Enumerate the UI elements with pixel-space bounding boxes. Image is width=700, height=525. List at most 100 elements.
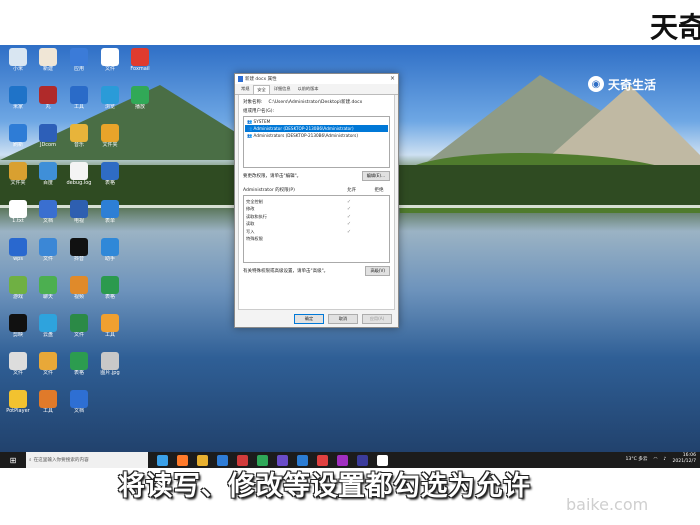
desktop-icon[interactable]: 表单 bbox=[96, 200, 124, 224]
app-icon bbox=[70, 162, 88, 180]
desktop-icon[interactable]: 抖音 bbox=[65, 238, 93, 262]
close-icon[interactable]: × bbox=[390, 75, 395, 82]
desktop-icon[interactable]: 工具 bbox=[34, 390, 62, 414]
desktop-icon[interactable]: 表格 bbox=[65, 352, 93, 376]
desktop-icon[interactable]: 文档 bbox=[65, 390, 93, 414]
desktop-icon-label: 文件 bbox=[42, 256, 53, 262]
desktop-icon-label: 抖音 bbox=[73, 256, 84, 262]
desktop-icon-label: 视频 bbox=[73, 294, 84, 300]
groups-label: 组或用户名(G): bbox=[243, 109, 275, 114]
permission-row: 特殊权限 bbox=[246, 236, 387, 244]
desktop-icon-label: 文件夹 bbox=[102, 142, 118, 148]
desktop-icon[interactable]: 视频 bbox=[65, 276, 93, 300]
clock[interactable]: 16:06 2021/12/7 bbox=[672, 453, 696, 465]
desktop-icon[interactable]: JDcom bbox=[34, 124, 62, 148]
desktop-icon-label: 文件 bbox=[12, 370, 23, 376]
wifi-icon[interactable]: ◠ bbox=[653, 457, 657, 462]
logo-text: 天奇生活 bbox=[608, 77, 657, 92]
app-icon bbox=[39, 390, 57, 408]
desktop-icon[interactable]: 表格 bbox=[96, 276, 124, 300]
desktop-icon[interactable]: 游戏 bbox=[4, 276, 32, 300]
desktop-icon[interactable]: 文件 bbox=[96, 48, 124, 72]
desktop-icon[interactable]: wps bbox=[4, 238, 32, 262]
desktop-icon[interactable]: 文件夹 bbox=[4, 162, 32, 186]
app-icon bbox=[101, 124, 119, 142]
permission-name: 完全控制 bbox=[246, 198, 263, 204]
advanced-button[interactable]: 高级(V) bbox=[365, 266, 390, 276]
desktop-icon[interactable]: 文件 bbox=[34, 352, 62, 376]
desktop-icon-label: Foxmail bbox=[130, 66, 150, 72]
desktop-icon-label: 工具 bbox=[104, 332, 115, 338]
desktop-icon[interactable]: 文件 bbox=[65, 314, 93, 338]
group-list-item[interactable]: 👥 Administrators (DESKTOP-2130B6\Adminis… bbox=[245, 132, 388, 139]
top-band: 天奇 bbox=[0, 0, 700, 45]
app-icon bbox=[39, 238, 57, 256]
desktop-icon-label: 电视 bbox=[73, 218, 84, 224]
app-icon bbox=[39, 124, 57, 142]
apply-button[interactable]: 应用(A) bbox=[362, 314, 392, 324]
video-subtitle: 将读写、修改等设置都勾选为允许 bbox=[118, 471, 531, 502]
desktop-icon[interactable]: 电视 bbox=[65, 200, 93, 224]
desktop-icon-label: PotPlayer bbox=[6, 408, 30, 414]
desktop-icon[interactable]: 文件 bbox=[34, 238, 62, 262]
watermark: baike.com bbox=[566, 495, 649, 514]
desktop-icon[interactable]: 工具 bbox=[96, 314, 124, 338]
clock-date: 2021/12/7 bbox=[672, 459, 696, 464]
desktop-icon[interactable]: 文档 bbox=[34, 200, 62, 224]
desktop-icon[interactable]: 丸 bbox=[34, 86, 62, 110]
desktop-icon[interactable]: 聊天 bbox=[34, 276, 62, 300]
desktop-icon[interactable]: 云盘 bbox=[34, 314, 62, 338]
deny-header: 拒绝 bbox=[374, 188, 384, 193]
app-icon bbox=[131, 48, 149, 66]
volume-icon[interactable]: ♪ bbox=[664, 457, 667, 462]
desktop-icon-label: 新建 bbox=[42, 66, 53, 72]
desktop-icon[interactable]: 文件夹 bbox=[96, 124, 124, 148]
desktop-icon[interactable]: 文件 bbox=[4, 352, 32, 376]
group-list-item[interactable]: 👥 Administrator (DESKTOP-2130B6\Administ… bbox=[245, 125, 388, 132]
groups-listbox[interactable]: 👥 SYSTEM 👥 Administrator (DESKTOP-2130B6\… bbox=[243, 116, 390, 168]
cancel-button[interactable]: 取消 bbox=[328, 314, 358, 324]
tab-0[interactable]: 常规 bbox=[238, 85, 252, 94]
desktop-icon[interactable]: 音乐 bbox=[65, 124, 93, 148]
dialog-tabs: 常规 安全 详细信息 以前的版本 bbox=[235, 84, 398, 95]
desktop-icon[interactable]: 1.txt bbox=[4, 200, 32, 224]
desktop-icon[interactable]: PotPlayer bbox=[4, 390, 32, 414]
desktop-icon[interactable]: debug.log bbox=[65, 162, 93, 186]
desktop-icon[interactable]: 刷新 bbox=[4, 124, 32, 148]
desktop-icon[interactable]: 助手 bbox=[96, 238, 124, 262]
weather[interactable]: 13°C 多云 bbox=[625, 456, 647, 462]
desktop-icon-label: 云盘 bbox=[42, 332, 53, 338]
desktop-icon[interactable]: 工具 bbox=[65, 86, 93, 110]
edit-button[interactable]: 编辑(E)... bbox=[361, 171, 390, 181]
desktop-icon[interactable]: 播放 bbox=[126, 86, 154, 110]
desktop-icon-label: 丸 bbox=[45, 104, 51, 110]
desktop-icon[interactable]: 剪映 bbox=[4, 314, 32, 338]
allow-check-icon: ✓ bbox=[346, 221, 352, 228]
dialog-title: 新建 docx 属性 bbox=[245, 77, 277, 82]
desktop-icon[interactable]: 表格 bbox=[96, 162, 124, 186]
desktop-icon[interactable]: 米家 bbox=[4, 86, 32, 110]
app-icon bbox=[9, 390, 27, 408]
app-icon bbox=[39, 162, 57, 180]
dialog-titlebar[interactable]: 新建 docx 属性 × bbox=[235, 74, 398, 84]
tab-1[interactable]: 安全 bbox=[253, 85, 270, 94]
desktop-icon[interactable]: Foxmail bbox=[126, 48, 154, 72]
ok-button[interactable]: 确定 bbox=[294, 314, 324, 324]
app-icon bbox=[39, 314, 57, 332]
desktop-icon-label: wps bbox=[13, 256, 23, 262]
desktop-icon[interactable]: 浏览 bbox=[96, 86, 124, 110]
group-list-item[interactable]: 👥 SYSTEM bbox=[245, 118, 388, 125]
permission-name: 写入 bbox=[246, 228, 255, 234]
desktop-icon[interactable]: 应用 bbox=[65, 48, 93, 72]
desktop-icon[interactable]: 小米 bbox=[4, 48, 32, 72]
brand-corner-text: 天奇 bbox=[649, 11, 700, 44]
desktop-icon[interactable]: 百度 bbox=[34, 162, 62, 186]
tab-3[interactable]: 以前的版本 bbox=[295, 85, 322, 94]
tab-2[interactable]: 详细信息 bbox=[271, 85, 294, 94]
desktop-icon-label: 聊天 bbox=[42, 294, 53, 300]
desktop-icon[interactable]: 图片.jpg bbox=[96, 352, 124, 376]
desktop-icon[interactable]: 新建 bbox=[34, 48, 62, 72]
start-icon[interactable]: ⊞ bbox=[0, 452, 26, 468]
app-icon bbox=[101, 314, 119, 332]
app-icon bbox=[70, 200, 88, 218]
